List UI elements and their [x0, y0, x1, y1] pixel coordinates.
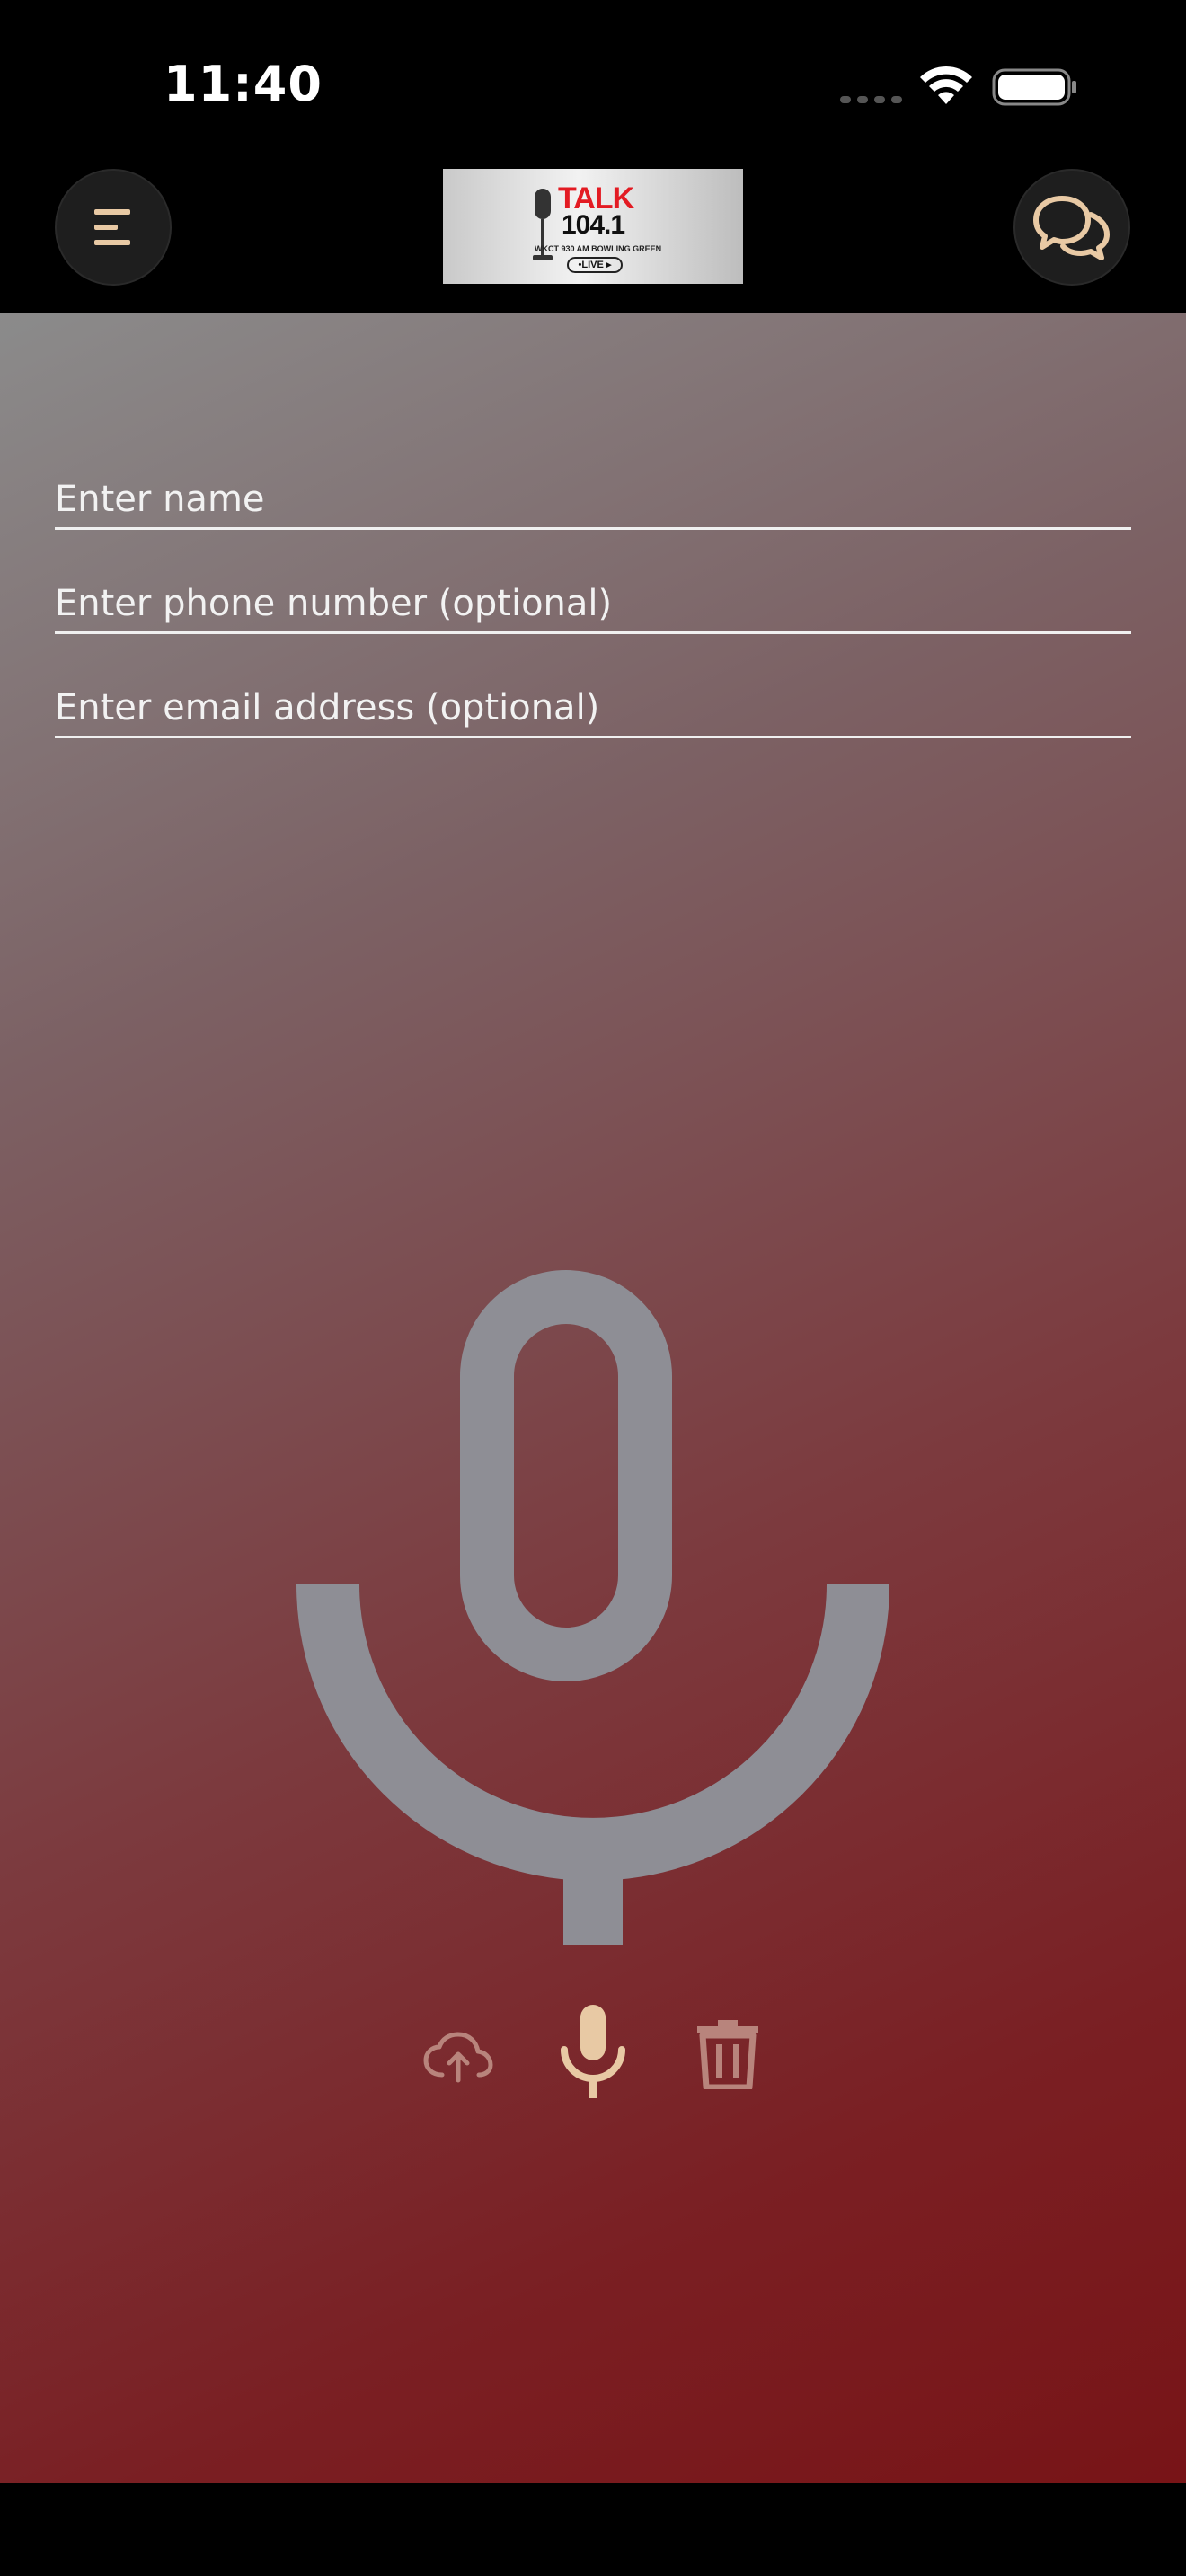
status-time: 11:40 — [164, 56, 323, 112]
logo-frequency: 104.1 — [562, 210, 625, 240]
name-input[interactable] — [55, 472, 1131, 526]
cellular-signal-icon — [840, 96, 902, 103]
logo-live-badge: •LIVE ▸ — [567, 257, 623, 273]
delete-button[interactable] — [692, 2017, 764, 2091]
battery-icon — [992, 68, 1076, 106]
station-logo: TALK 104.1 WKCT 930 AM BOWLING GREEN •LI… — [443, 169, 743, 284]
microphone-icon — [561, 2005, 625, 2098]
screen: 11:40 TALK 104.1 WKCT 930 AM BOWLING GRE… — [0, 0, 1186, 2576]
logo-title: TALK — [558, 181, 634, 216]
phone-field-container — [55, 577, 1131, 634]
menu-button[interactable] — [55, 169, 172, 286]
large-microphone-icon — [296, 1270, 890, 1945]
cloud-upload-icon — [423, 2032, 493, 2083]
chat-bubbles-icon — [1033, 196, 1110, 260]
chat-button[interactable] — [1013, 169, 1130, 286]
email-field-container — [55, 681, 1131, 738]
upload-button[interactable] — [422, 2030, 494, 2084]
wifi-icon — [920, 66, 972, 104]
logo-subtitle: WKCT 930 AM BOWLING GREEN — [535, 244, 662, 253]
trash-icon — [697, 2020, 758, 2091]
name-field-container — [55, 472, 1131, 530]
app-header: TALK 104.1 WKCT 930 AM BOWLING GREEN •LI… — [0, 162, 1186, 313]
voice-message-panel — [0, 313, 1186, 2483]
status-bar: 11:40 — [0, 0, 1186, 162]
email-input[interactable] — [55, 681, 1131, 735]
phone-input[interactable] — [55, 577, 1131, 631]
bottom-bar — [0, 2483, 1186, 2576]
logo-microphone-icon — [533, 189, 553, 260]
menu-icon — [94, 209, 130, 245]
record-button[interactable] — [557, 2003, 629, 2100]
recording-controls — [0, 2003, 1186, 2111]
